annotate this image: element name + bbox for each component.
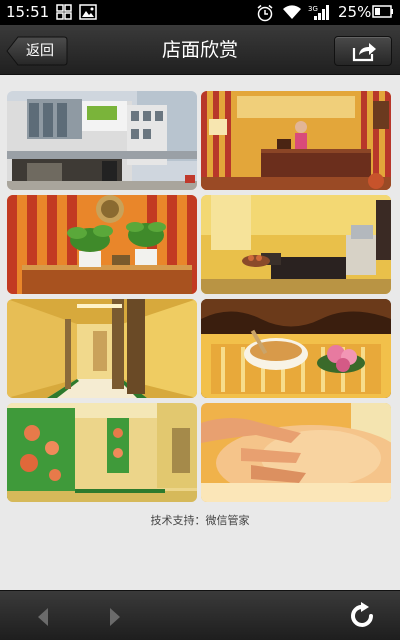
lotus-bowl-photo[interactable] bbox=[201, 299, 391, 398]
refresh-icon[interactable] bbox=[350, 602, 376, 630]
share-button[interactable] bbox=[334, 36, 392, 66]
svg-text:3G: 3G bbox=[308, 5, 318, 13]
treatment-room-photo[interactable] bbox=[201, 195, 391, 294]
back-arrow-icon[interactable] bbox=[36, 607, 50, 627]
plants-counter-photo[interactable] bbox=[7, 195, 197, 294]
image-icon bbox=[79, 4, 97, 20]
credit-text: 技术支持：微信管家 bbox=[150, 514, 250, 527]
share-icon bbox=[352, 43, 376, 62]
status-time: 15:51 bbox=[6, 3, 50, 21]
massage-photo[interactable] bbox=[201, 403, 391, 502]
wifi-icon bbox=[283, 5, 301, 19]
battery-icon bbox=[372, 5, 393, 18]
forward-arrow-icon[interactable] bbox=[108, 607, 122, 627]
grid-icon bbox=[56, 4, 72, 20]
alarm-icon bbox=[257, 4, 273, 22]
lotus-paintings-room-photo[interactable] bbox=[7, 403, 197, 502]
hallway-photo[interactable] bbox=[7, 299, 197, 398]
app-header: 返回 店面欣赏 bbox=[0, 25, 400, 75]
storefront-photo[interactable] bbox=[7, 91, 197, 190]
status-bar: 15:51 3G 25% bbox=[0, 0, 400, 25]
reception-photo[interactable] bbox=[201, 91, 391, 190]
battery-percent: 25% bbox=[338, 3, 372, 21]
browser-bottom-bar bbox=[0, 590, 400, 640]
signal-3g-icon: 3G bbox=[308, 5, 329, 20]
